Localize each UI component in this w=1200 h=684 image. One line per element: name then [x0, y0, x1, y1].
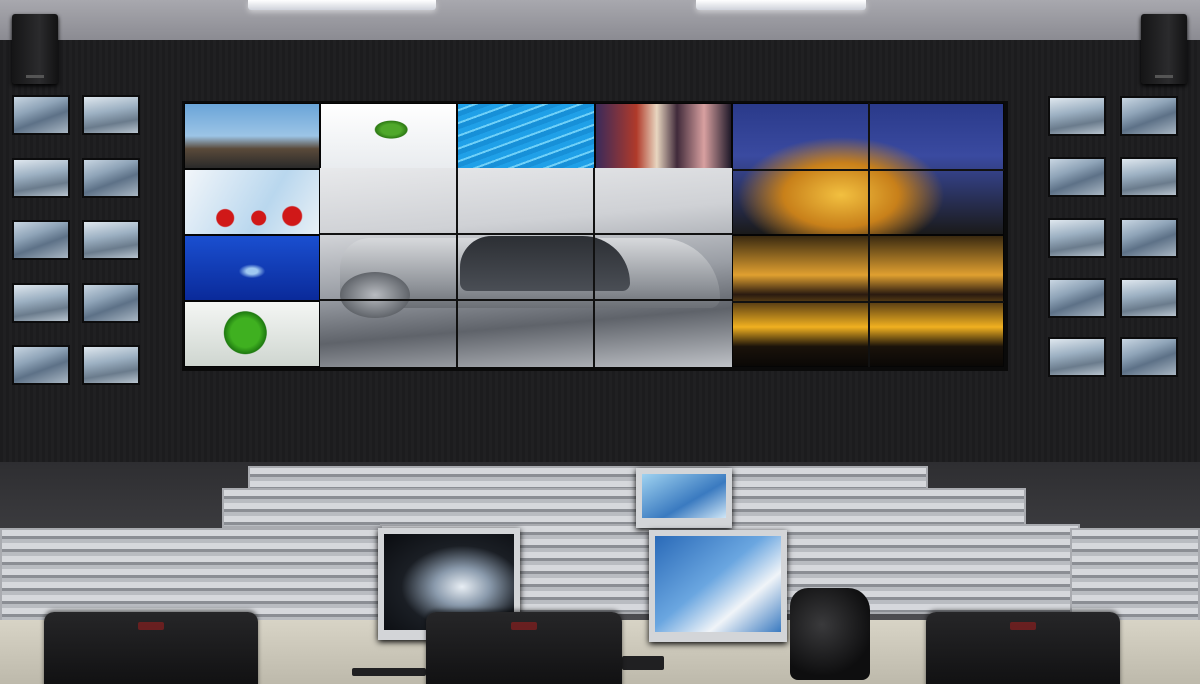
ceiling-light-left [248, 0, 436, 10]
cctv-monitor [1120, 337, 1178, 377]
tile-dolphin [184, 235, 320, 301]
keyboard [622, 656, 664, 670]
cctv-monitor [82, 345, 140, 385]
cctv-monitor [12, 220, 70, 260]
speaker-left [12, 14, 58, 84]
cctv-monitor [1120, 157, 1178, 197]
tile-fish-school [457, 103, 595, 169]
cctv-monitor [12, 95, 70, 135]
cctv-monitor [82, 158, 140, 198]
tile-divider [732, 169, 1004, 171]
cctv-monitor [1048, 96, 1106, 136]
cctv-monitor [1048, 218, 1106, 258]
speaker-right [1141, 14, 1187, 84]
office-chair [44, 612, 258, 684]
cctv-monitor [12, 283, 70, 323]
desk-monitor [636, 468, 732, 528]
cctv-monitor [82, 95, 140, 135]
control-room-scene [0, 0, 1200, 684]
office-chair [426, 612, 622, 684]
tile-kiwi [320, 103, 457, 169]
tile-divider [732, 301, 1004, 303]
cctv-monitor [82, 283, 140, 323]
tile-divider [868, 103, 870, 367]
tile-apple [184, 301, 320, 367]
cctv-monitor [1048, 157, 1106, 197]
camera-bag [790, 588, 870, 680]
cctv-monitor [82, 220, 140, 260]
cctv-monitor [1120, 96, 1178, 136]
keyboard [352, 668, 426, 676]
ceiling [0, 0, 1200, 40]
cctv-monitor [1120, 218, 1178, 258]
cctv-monitor [12, 158, 70, 198]
cctv-monitor [12, 345, 70, 385]
tile-tomatoes [184, 169, 320, 235]
partition-middle [222, 488, 1026, 528]
tile-sports-car [320, 168, 732, 367]
ceiling-light-right [696, 0, 866, 10]
tile-temple [184, 103, 320, 169]
video-wall [182, 101, 1008, 371]
desk-monitor [649, 530, 787, 642]
tile-city-night [595, 103, 732, 169]
cctv-monitor [1048, 337, 1106, 377]
cctv-monitor [1048, 278, 1106, 318]
office-chair [926, 612, 1120, 684]
cctv-monitor [1120, 278, 1178, 318]
